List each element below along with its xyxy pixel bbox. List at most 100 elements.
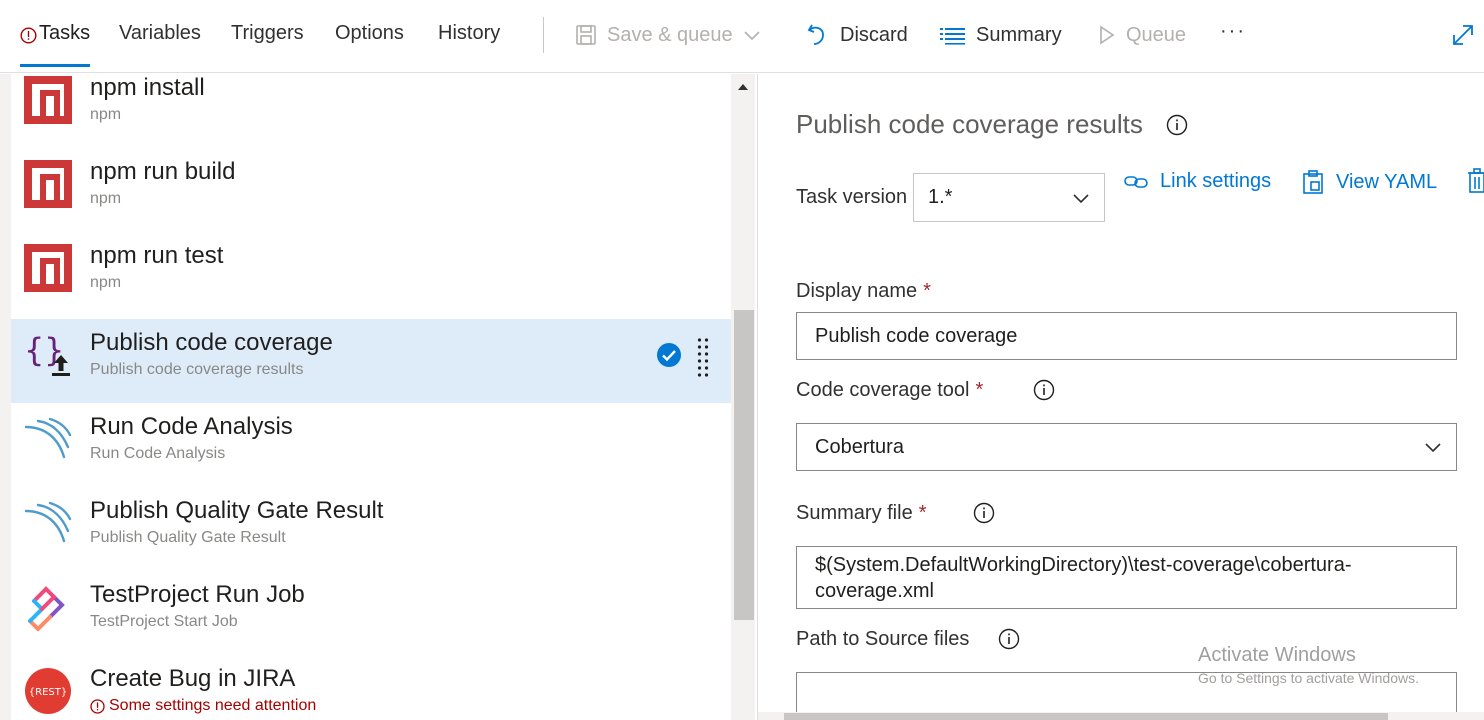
view-yaml-label: View YAML bbox=[1336, 170, 1438, 193]
task-item[interactable]: {REST} Create Bug in JIRA Some settings … bbox=[11, 655, 731, 720]
activate-windows-watermark: Activate Windows bbox=[1198, 644, 1356, 666]
summary-file-value-line-2: coverage.xml bbox=[815, 579, 934, 602]
task-title: npm install bbox=[90, 74, 205, 101]
publish-coverage-icon: { } bbox=[24, 331, 72, 379]
svg-text:{: { bbox=[24, 331, 44, 369]
task-item[interactable]: npm run test npm bbox=[11, 232, 731, 316]
task-item[interactable]: npm run build npm bbox=[11, 148, 731, 232]
link-settings-button[interactable]: Link settings bbox=[1124, 170, 1271, 193]
code-coverage-tool-value: Cobertura bbox=[815, 435, 904, 458]
task-item[interactable]: Run Code Analysis Run Code Analysis bbox=[11, 403, 731, 487]
summary-label: Summary bbox=[976, 23, 1062, 46]
tab-options[interactable]: Options bbox=[335, 22, 404, 45]
sonarqube-icon bbox=[24, 415, 72, 463]
task-subtitle: npm bbox=[90, 190, 122, 207]
tab-variables[interactable]: Variables bbox=[119, 22, 201, 45]
info-icon[interactable] bbox=[973, 502, 995, 524]
error-icon bbox=[90, 698, 105, 714]
npm-icon bbox=[24, 244, 72, 292]
undo-icon bbox=[806, 22, 830, 48]
save-queue-button[interactable]: Save & queue bbox=[575, 20, 761, 50]
chevron-down-icon bbox=[1424, 441, 1442, 453]
save-icon bbox=[575, 24, 597, 46]
queue-label: Queue bbox=[1126, 23, 1187, 46]
task-subtitle: npm bbox=[90, 106, 122, 123]
task-subtitle: Run Code Analysis bbox=[90, 445, 226, 462]
drag-handle-icon[interactable] bbox=[697, 337, 709, 381]
summary-file-label: Summary file * bbox=[796, 502, 927, 525]
scrollbar-thumb[interactable] bbox=[734, 310, 754, 620]
code-coverage-tool-label: Code coverage tool * bbox=[796, 379, 983, 402]
summary-file-input[interactable]: $(System.DefaultWorkingDirectory)\test-c… bbox=[796, 546, 1457, 609]
rest-icon: {REST} bbox=[24, 667, 72, 715]
required-marker: * bbox=[923, 280, 931, 302]
delete-icon[interactable] bbox=[1467, 168, 1484, 194]
code-coverage-tool-label-text: Code coverage tool bbox=[796, 379, 970, 401]
task-item[interactable]: npm install npm bbox=[11, 74, 731, 148]
code-coverage-tool-select[interactable]: Cobertura bbox=[796, 423, 1457, 471]
save-queue-label: Save & queue bbox=[607, 23, 733, 46]
tab-triggers[interactable]: Triggers bbox=[231, 22, 304, 45]
task-title: TestProject Run Job bbox=[90, 581, 305, 608]
npm-icon bbox=[24, 160, 72, 208]
display-name-value: Publish code coverage bbox=[815, 324, 1018, 347]
clipboard-icon bbox=[1302, 170, 1324, 194]
checkmark-icon[interactable] bbox=[656, 342, 682, 368]
chevron-down-icon bbox=[1072, 192, 1090, 204]
task-item-selected[interactable]: { } Publish code coverage Publish code c… bbox=[11, 319, 731, 403]
link-settings-label: Link settings bbox=[1160, 170, 1272, 192]
task-title: Run Code Analysis bbox=[90, 413, 293, 440]
npm-icon bbox=[24, 76, 72, 124]
task-version-select[interactable]: 1.* bbox=[913, 173, 1105, 222]
path-to-source-label: Path to Source files bbox=[796, 628, 970, 650]
info-icon[interactable] bbox=[998, 628, 1020, 650]
link-icon bbox=[1124, 173, 1148, 191]
play-icon bbox=[1098, 24, 1116, 46]
info-icon[interactable] bbox=[1033, 379, 1055, 401]
task-title: Publish code coverage bbox=[90, 329, 333, 356]
summary-file-label-text: Summary file bbox=[796, 502, 913, 524]
summary-button[interactable]: Summary bbox=[940, 20, 1062, 50]
task-version-label: Task version bbox=[796, 186, 908, 208]
svg-text:{REST}: {REST} bbox=[29, 687, 67, 698]
queue-button[interactable]: Queue bbox=[1098, 20, 1186, 50]
expand-icon[interactable] bbox=[1450, 22, 1476, 48]
task-item[interactable]: TestProject Run Job TestProject Start Jo… bbox=[11, 571, 731, 655]
top-toolbar: Tasks Variables Triggers Options History… bbox=[0, 0, 1484, 73]
summary-file-value-line-1: $(System.DefaultWorkingDirectory)\test-c… bbox=[815, 553, 1352, 576]
task-warning: Some settings need attention bbox=[90, 697, 316, 715]
task-subtitle: npm bbox=[90, 274, 122, 291]
scroll-up-arrow-icon[interactable] bbox=[737, 83, 749, 91]
testproject-icon bbox=[24, 583, 72, 631]
discard-button[interactable]: Discard bbox=[806, 20, 908, 50]
display-name-input[interactable]: Publish code coverage bbox=[796, 312, 1457, 360]
task-title: Publish Quality Gate Result bbox=[90, 497, 384, 524]
task-item[interactable]: Publish Quality Gate Result Publish Qual… bbox=[11, 487, 731, 571]
info-icon[interactable] bbox=[1166, 114, 1188, 136]
task-subtitle: Some settings need attention bbox=[109, 697, 317, 714]
task-subtitle: Publish code coverage results bbox=[90, 361, 304, 378]
discard-label: Discard bbox=[840, 23, 908, 46]
task-list-pane: npm install npm npm run build npm npm ru… bbox=[0, 74, 757, 720]
horizontal-scrollbar-thumb[interactable] bbox=[784, 713, 1388, 720]
required-marker: * bbox=[918, 502, 927, 524]
left-rail bbox=[0, 74, 11, 720]
display-name-label-text: Display name bbox=[796, 280, 918, 302]
toolbar-divider bbox=[543, 17, 544, 53]
page-title: Publish code coverage results bbox=[796, 109, 1143, 139]
more-options-button[interactable]: ··· bbox=[1220, 20, 1246, 43]
task-title: npm run test bbox=[90, 242, 224, 269]
tab-history[interactable]: History bbox=[438, 22, 500, 45]
task-version-value: 1.* bbox=[928, 186, 953, 208]
required-marker: * bbox=[975, 379, 984, 401]
tab-tasks[interactable]: Tasks bbox=[39, 22, 90, 45]
error-icon bbox=[20, 27, 37, 44]
chevron-down-icon bbox=[743, 29, 761, 41]
task-subtitle: Publish Quality Gate Result bbox=[90, 529, 286, 546]
task-details-pane: Publish code coverage results Task versi… bbox=[757, 74, 1484, 720]
list-icon bbox=[940, 25, 966, 45]
activate-windows-hint: Go to Settings to activate Windows. bbox=[1198, 670, 1419, 686]
view-yaml-button[interactable]: View YAML bbox=[1302, 170, 1437, 194]
display-name-label: Display name * bbox=[796, 280, 931, 303]
task-title: npm run build bbox=[90, 158, 236, 185]
